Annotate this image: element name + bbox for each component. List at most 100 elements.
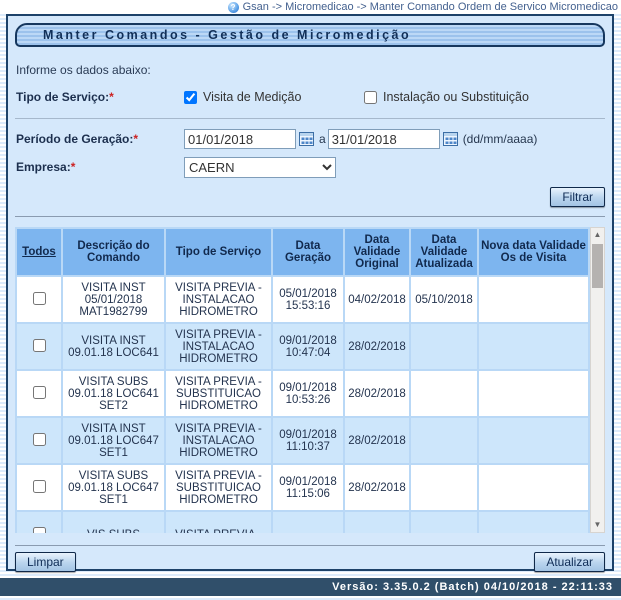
row-select-cell <box>17 324 61 369</box>
cell-validade-original: 28/02/2018 <box>345 465 409 510</box>
cell-nova-data <box>479 371 588 416</box>
page-title-label: Manter Comandos - Gestão de Micromedição <box>43 28 411 42</box>
help-icon[interactable]: ? <box>228 2 239 13</box>
cell-validade-original: 28/02/2018 <box>345 324 409 369</box>
limpar-button[interactable]: Limpar <box>15 552 76 572</box>
column-header-2: Tipo de Serviço <box>166 229 271 275</box>
version-text: Versão: 3.35.0.2 (Batch) 04/10/2018 - 22… <box>332 581 613 593</box>
column-header-5: Data Validade Atualizada <box>411 229 477 275</box>
row-select-cell <box>17 371 61 416</box>
filtrar-row: Filtrar <box>15 187 605 207</box>
periodo-end-input[interactable] <box>328 129 440 149</box>
table-row: VISITA SUBS 09.01.18 LOC641 SET2VISITA P… <box>17 371 588 416</box>
atualizar-button[interactable]: Atualizar <box>534 552 605 572</box>
cell-nova-data <box>479 277 588 322</box>
column-header-1: Descrição do Comando <box>63 229 164 275</box>
calendar-icon[interactable] <box>443 132 458 146</box>
row-select-cell <box>17 465 61 510</box>
cell-tipo-servico: VISITA PREVIA - SUBSTITUICAO HIDROMETRO <box>166 371 271 416</box>
empresa-select[interactable]: CAERN <box>184 157 336 178</box>
table-row: VISITA SUBS 09.01.18 LOC647 SET1VISITA P… <box>17 465 588 510</box>
column-header-6: Nova data Validade Os de Visita <box>479 229 588 275</box>
tipo-servico-label: Tipo de Serviço:* <box>16 90 184 104</box>
cell-validade-atualizada <box>411 371 477 416</box>
cell-validade-atualizada <box>411 418 477 463</box>
row-checkbox[interactable] <box>33 292 46 305</box>
table-row: VIS SUBSVISITA PREVIA - <box>17 512 588 533</box>
scrollbar-thumb[interactable] <box>592 244 603 288</box>
cell-validade-original: 04/02/2018 <box>345 277 409 322</box>
cell-descricao: VISITA SUBS 09.01.18 LOC641 SET2 <box>63 371 164 416</box>
actions-row: Limpar Atualizar <box>15 552 605 572</box>
row-checkbox[interactable] <box>33 527 46 534</box>
required-asterisk: * <box>133 132 138 146</box>
date-format-hint: (dd/mm/aaaa) <box>463 132 538 146</box>
row-checkbox[interactable] <box>33 386 46 399</box>
row-checkbox[interactable] <box>33 480 46 493</box>
intro-text: Informe os dados abaixo: <box>16 63 604 77</box>
cell-validade-original: 28/02/2018 <box>345 418 409 463</box>
calendar-icon[interactable] <box>299 132 314 146</box>
cell-tipo-servico: VISITA PREVIA - INSTALACAO HIDROMETRO <box>166 418 271 463</box>
cell-descricao: VISITA INST 05/01/2018 MAT1982799 <box>63 277 164 322</box>
visita-medicao-label: Visita de Medição <box>203 90 301 104</box>
visita-medicao-checkbox[interactable] <box>184 91 197 104</box>
cell-validade-atualizada <box>411 512 477 533</box>
instalacao-substituicao-option[interactable]: Instalação ou Substituição <box>364 90 529 104</box>
cell-validade-original <box>345 512 409 533</box>
cell-validade-atualizada <box>411 465 477 510</box>
breadcrumb-trail[interactable]: Gsan -> Micromedicao -> Manter Comando O… <box>243 1 618 13</box>
divider <box>15 216 605 217</box>
page-title: Manter Comandos - Gestão de Micromedição <box>15 23 605 47</box>
periodo-between-label: a <box>319 132 326 146</box>
cell-data-geracao: 09/01/2018 10:47:04 <box>273 324 343 369</box>
cell-tipo-servico: VISITA PREVIA - INSTALACAO HIDROMETRO <box>166 277 271 322</box>
empresa-row: Empresa:* CAERN <box>16 155 604 179</box>
row-checkbox[interactable] <box>33 433 46 446</box>
required-asterisk: * <box>71 160 76 174</box>
periodo-row: Período de Geração:* a (dd/mm/aaaa) <box>16 127 604 151</box>
instalacao-substituicao-label: Instalação ou Substituição <box>383 90 529 104</box>
filtrar-button[interactable]: Filtrar <box>550 187 605 207</box>
commands-table-viewport: TodosDescrição do ComandoTipo de Serviço… <box>15 227 590 533</box>
table-scrollbar[interactable]: ▲ ▼ <box>590 227 605 533</box>
table-header-row: TodosDescrição do ComandoTipo de Serviço… <box>17 229 588 275</box>
row-checkbox[interactable] <box>33 339 46 352</box>
cell-descricao: VIS SUBS <box>63 512 164 533</box>
row-select-cell <box>17 512 61 533</box>
scrollbar-up-arrow[interactable]: ▲ <box>591 228 604 242</box>
divider <box>15 118 605 119</box>
table-row: VISITA INST 09.01.18 LOC641VISITA PREVIA… <box>17 324 588 369</box>
commands-table-area: TodosDescrição do ComandoTipo de Serviço… <box>15 227 605 533</box>
column-header-4: Data Validade Original <box>345 229 409 275</box>
divider <box>15 545 605 546</box>
visita-medicao-option[interactable]: Visita de Medição <box>184 90 364 104</box>
row-select-cell <box>17 277 61 322</box>
tipo-servico-row: Tipo de Serviço:* Visita de Medição Inst… <box>16 85 604 109</box>
cell-nova-data <box>479 512 588 533</box>
required-asterisk: * <box>109 90 114 104</box>
cell-validade-original: 28/02/2018 <box>345 371 409 416</box>
cell-data-geracao: 09/01/2018 11:10:37 <box>273 418 343 463</box>
instalacao-substituicao-checkbox[interactable] <box>364 91 377 104</box>
cell-descricao: VISITA INST 09.01.18 LOC641 <box>63 324 164 369</box>
column-header-3: Data Geração <box>273 229 343 275</box>
cell-nova-data <box>479 324 588 369</box>
row-select-cell <box>17 418 61 463</box>
cell-nova-data <box>479 418 588 463</box>
cell-data-geracao: 09/01/2018 10:53:26 <box>273 371 343 416</box>
cell-descricao: VISITA INST 09.01.18 LOC647 SET1 <box>63 418 164 463</box>
commands-table: TodosDescrição do ComandoTipo de Serviço… <box>15 227 590 533</box>
footer-gap <box>0 571 621 578</box>
cell-tipo-servico: VISITA PREVIA - INSTALACAO HIDROMETRO <box>166 324 271 369</box>
main-panel: Manter Comandos - Gestão de Micromedição… <box>6 14 614 571</box>
table-row: VISITA INST 09.01.18 LOC647 SET1VISITA P… <box>17 418 588 463</box>
column-header-0[interactable]: Todos <box>17 229 61 275</box>
cell-validade-atualizada: 05/10/2018 <box>411 277 477 322</box>
cell-tipo-servico: VISITA PREVIA - SUBSTITUICAO HIDROMETRO <box>166 465 271 510</box>
periodo-label: Período de Geração:* <box>16 132 184 146</box>
scrollbar-down-arrow[interactable]: ▼ <box>591 518 604 532</box>
cell-data-geracao: 05/01/2018 15:53:16 <box>273 277 343 322</box>
periodo-start-input[interactable] <box>184 129 296 149</box>
cell-descricao: VISITA SUBS 09.01.18 LOC647 SET1 <box>63 465 164 510</box>
